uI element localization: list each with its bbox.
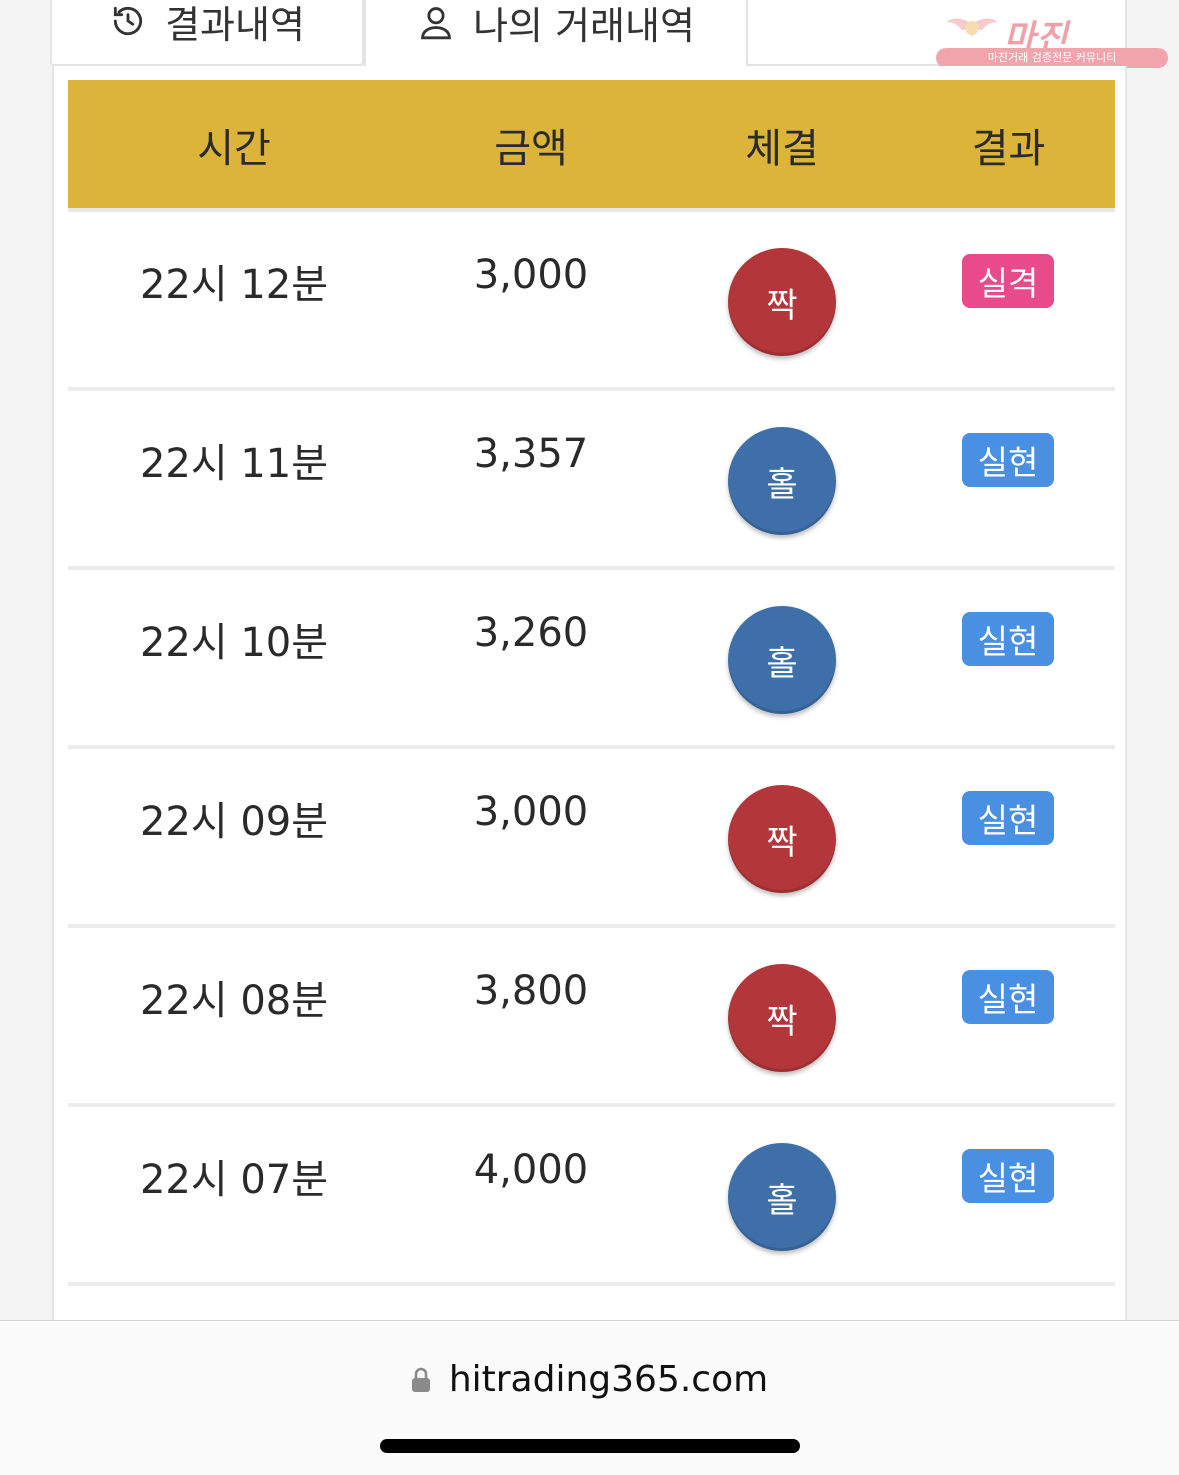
header-result: 결과 bbox=[971, 126, 1046, 172]
tab-my-trades[interactable]: 나의 거래내역 bbox=[364, 0, 748, 66]
row-time: 22시 07분 bbox=[139, 1157, 329, 1203]
address-field[interactable]: hitrading365.com bbox=[0, 1359, 1179, 1400]
row-amount: 3,000 bbox=[473, 252, 589, 298]
row-time: 22시 08분 bbox=[139, 978, 329, 1024]
user-icon bbox=[421, 7, 451, 40]
table-row: 22시 11분 3,357 홀 실현 bbox=[68, 391, 1115, 570]
tab-my-trades-label: 나의 거래내역 bbox=[473, 3, 695, 48]
row-amount: 3,800 bbox=[473, 968, 589, 1014]
row-time: 22시 09분 bbox=[139, 799, 329, 845]
result-badge-success: 실현 bbox=[962, 612, 1054, 666]
row-amount: 4,000 bbox=[473, 1147, 589, 1193]
row-time: 22시 11분 bbox=[139, 441, 329, 487]
eagle-emblem-icon bbox=[946, 18, 998, 38]
page: 결과내역 나의 거래내역 마진 마진거래 검증전문 커뮤니티 시간 금액 체결 … bbox=[0, 0, 1179, 1475]
table-row: 22시 10분 3,260 홀 실현 bbox=[68, 570, 1115, 749]
table-row: 22시 12분 3,000 짝 실격 bbox=[68, 212, 1115, 391]
row-time: 22시 10분 bbox=[139, 620, 329, 666]
table-header: 시간 금액 체결 결과 bbox=[68, 80, 1115, 212]
row-time: 22시 12분 bbox=[139, 262, 329, 308]
fill-chip-odd: 홀 bbox=[728, 1143, 836, 1251]
header-time: 시간 bbox=[197, 126, 271, 172]
lock-icon bbox=[411, 1367, 430, 1392]
fill-chip-odd: 홀 bbox=[728, 606, 836, 714]
table-row: 22시 07분 4,000 홀 실현 bbox=[68, 1107, 1115, 1286]
history-icon bbox=[113, 6, 143, 36]
watermark-subtitle: 마진거래 검증전문 커뮤니티 bbox=[936, 48, 1168, 68]
watermark-logo: 마진 마진거래 검증전문 커뮤니티 bbox=[934, 6, 1170, 68]
result-badge-success: 실현 bbox=[962, 970, 1054, 1024]
result-badge-success: 실현 bbox=[962, 791, 1054, 845]
result-badge-fail: 실격 bbox=[962, 254, 1054, 308]
result-badge-success: 실현 bbox=[962, 1149, 1054, 1203]
fill-chip-even: 짝 bbox=[728, 964, 836, 1072]
fill-chip-even: 짝 bbox=[728, 785, 836, 893]
url-text: hitrading365.com bbox=[448, 1359, 769, 1400]
table-row: 22시 08분 3,800 짝 실현 bbox=[68, 928, 1115, 1107]
row-amount: 3,357 bbox=[473, 431, 589, 477]
browser-address-bar: hitrading365.com bbox=[0, 1320, 1179, 1475]
fill-chip-odd: 홀 bbox=[728, 427, 836, 535]
fill-chip-even: 짝 bbox=[728, 248, 836, 356]
table-row: 22시 09분 3,000 짝 실현 bbox=[68, 749, 1115, 928]
header-fill: 체결 bbox=[745, 126, 819, 172]
trade-history-panel: 시간 금액 체결 결과 22시 12분 3,000 짝 실격 22시 11분 3… bbox=[52, 66, 1127, 1326]
home-indicator[interactable] bbox=[380, 1439, 800, 1453]
header-amount: 금액 bbox=[494, 126, 568, 172]
row-amount: 3,000 bbox=[473, 789, 589, 835]
tab-results[interactable]: 결과내역 bbox=[50, 0, 364, 66]
row-amount: 3,260 bbox=[473, 610, 589, 656]
tab-results-label: 결과내역 bbox=[165, 2, 305, 47]
trade-table: 시간 금액 체결 결과 22시 12분 3,000 짝 실격 22시 11분 3… bbox=[68, 80, 1115, 1286]
result-badge-success: 실현 bbox=[962, 433, 1054, 487]
